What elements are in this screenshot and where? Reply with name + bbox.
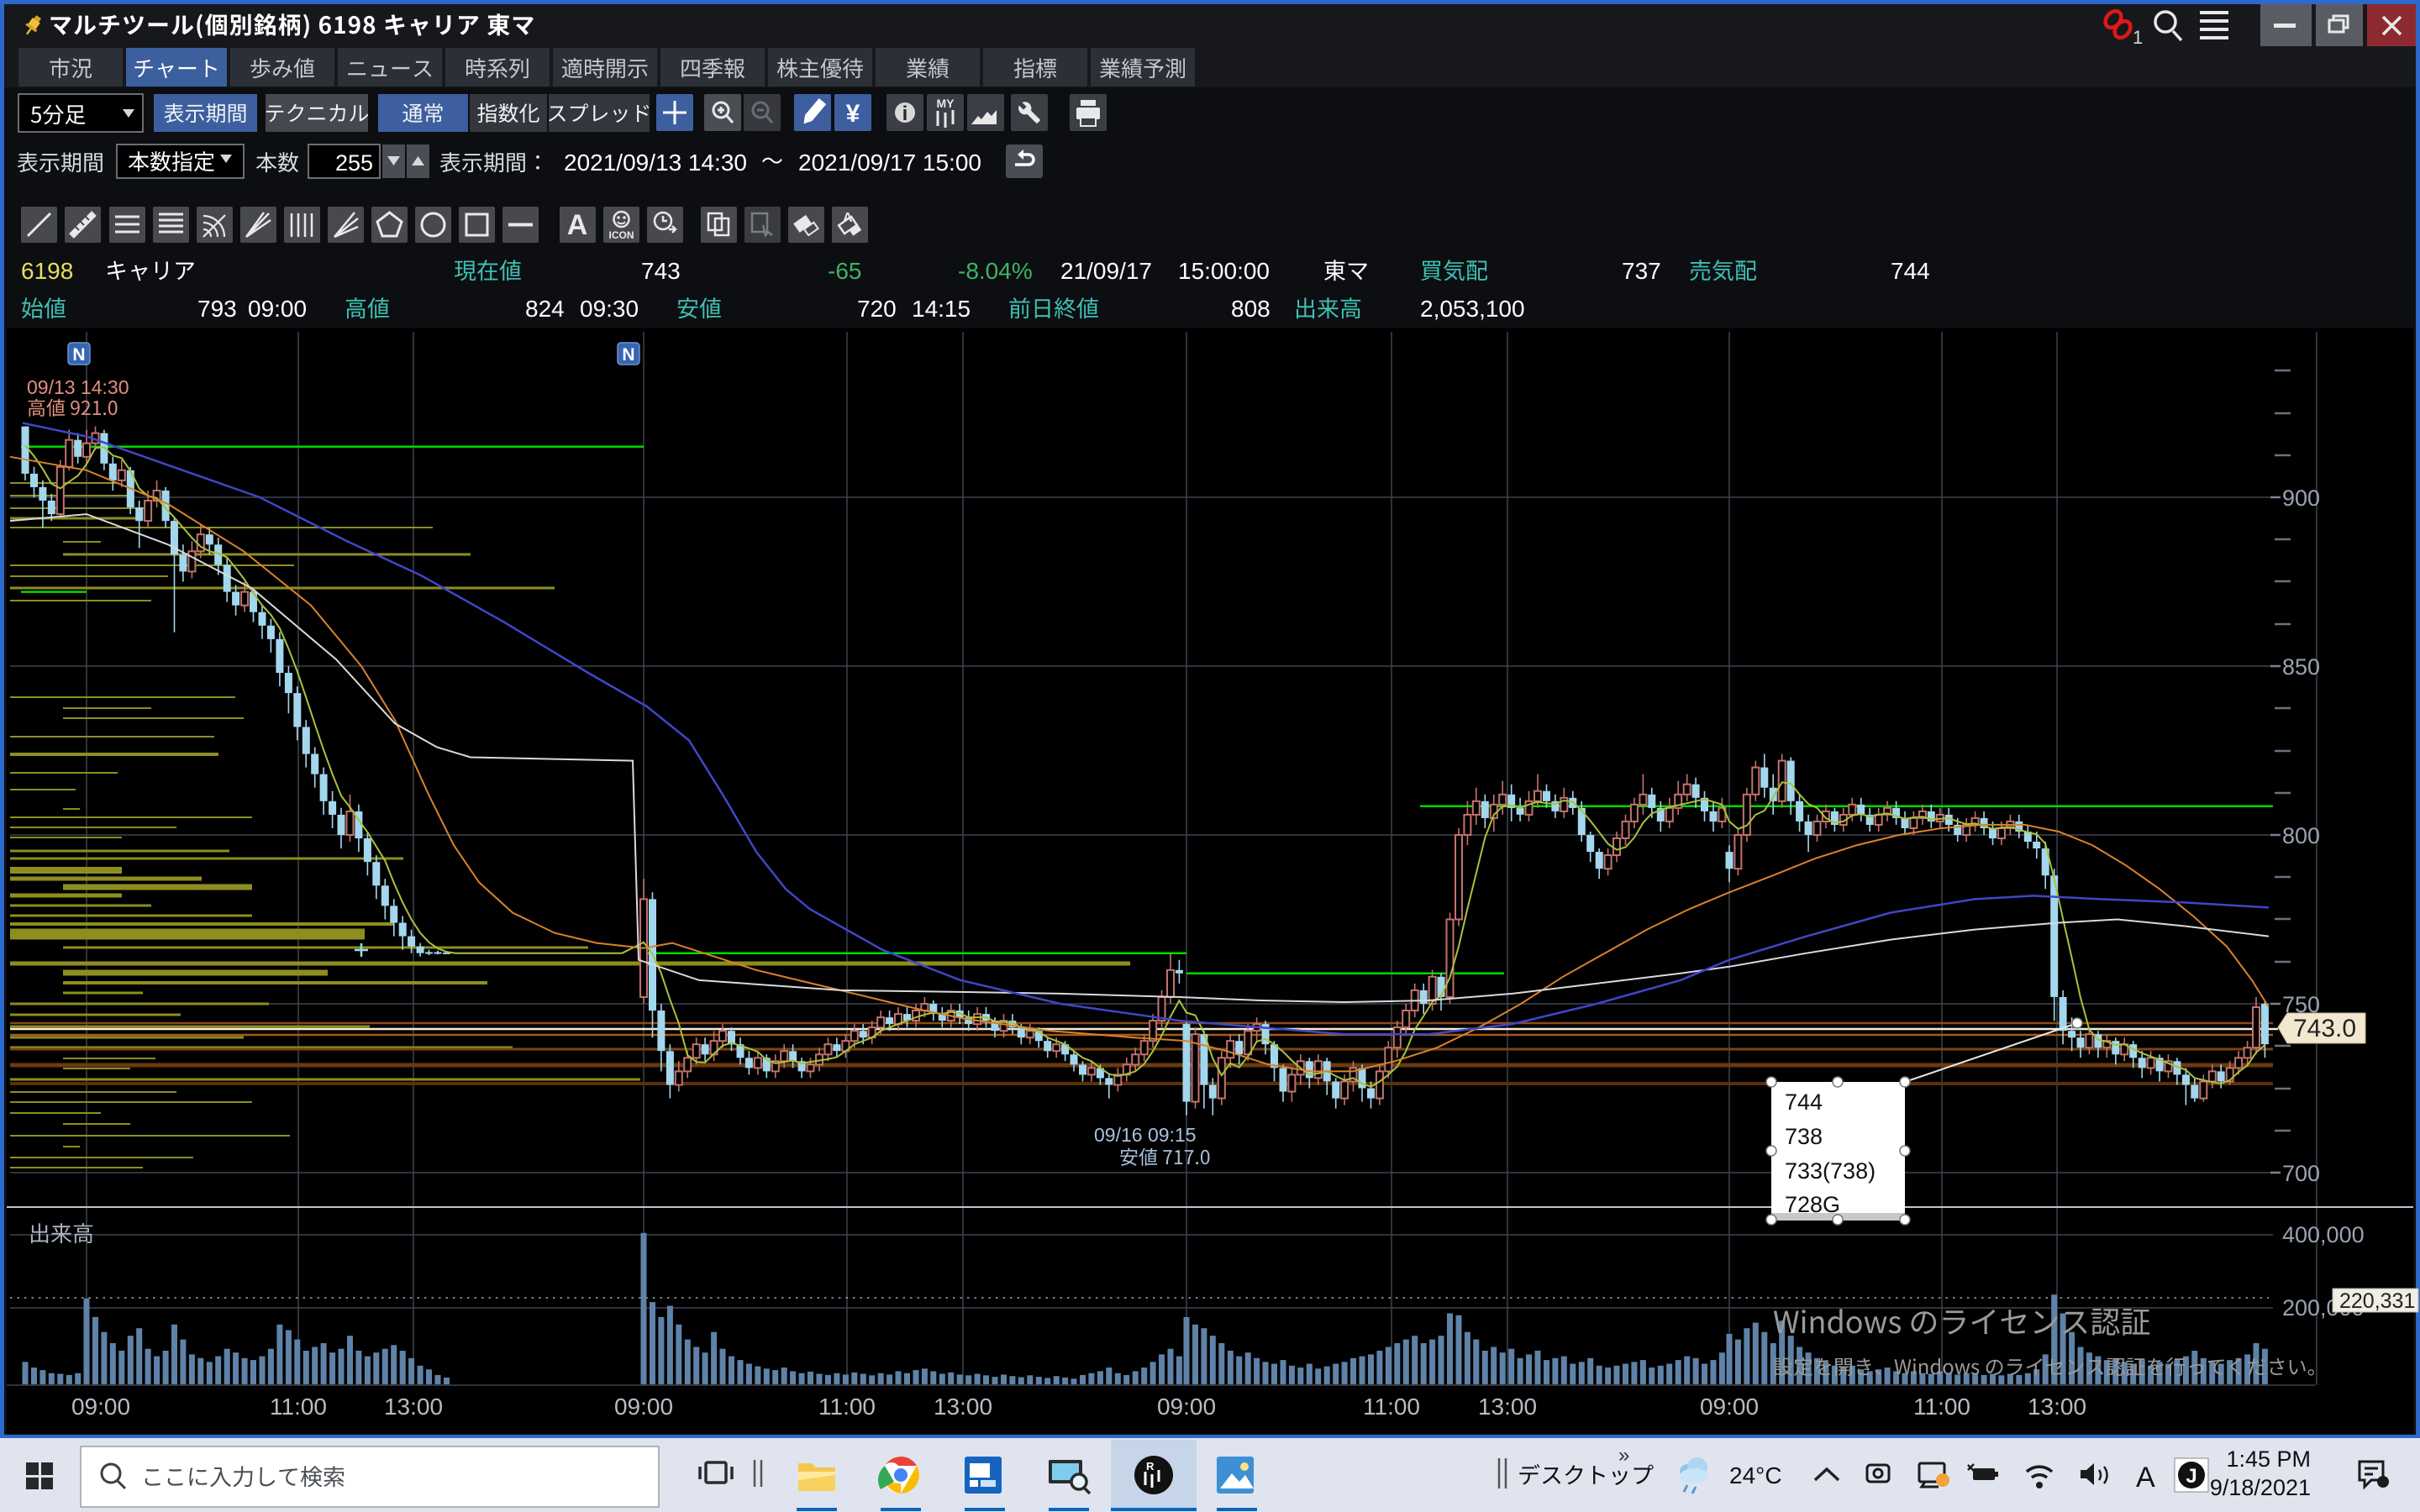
svg-text:255: 255 [335,150,373,176]
svg-text:220,331: 220,331 [2339,1289,2415,1313]
svg-text:13:00: 13:00 [934,1394,992,1420]
svg-text:-8.04%: -8.04% [958,258,1033,284]
svg-text:15:00:00: 15:00:00 [1178,258,1270,284]
svg-text:09:00: 09:00 [248,296,307,322]
svg-text:737: 737 [1622,258,1661,284]
svg-text:744: 744 [1891,258,1930,284]
svg-text:738: 738 [1785,1124,1823,1149]
svg-text:09/13 14:30: 09/13 14:30 [27,376,129,398]
svg-text:09:00: 09:00 [614,1394,673,1420]
svg-text:824: 824 [525,296,565,322]
svg-text:A: A [567,209,588,241]
svg-text:720: 720 [857,296,897,322]
svg-text:11:00: 11:00 [270,1394,327,1420]
svg-text:13:00: 13:00 [384,1394,443,1420]
svg-text:733(738): 733(738) [1785,1158,1876,1184]
svg-text:700: 700 [2282,1161,2320,1186]
svg-text:728G: 728G [1785,1192,1840,1217]
svg-text:743: 743 [641,258,681,284]
svg-text:09:00: 09:00 [1700,1394,1759,1420]
svg-text:N: N [72,345,85,365]
svg-text:793: 793 [197,296,237,322]
svg-text:2021/09/17 15:00: 2021/09/17 15:00 [798,150,981,176]
svg-text:13:00: 13:00 [2028,1394,2086,1420]
svg-text:24°C: 24°C [1729,1462,1782,1488]
svg-text:743.0: 743.0 [2293,1015,2356,1042]
svg-text:¥: ¥ [846,100,860,128]
svg-text:»: » [1618,1444,1629,1467]
svg-text:2,053,100: 2,053,100 [1420,296,1525,322]
svg-text:2021/09/13 14:30: 2021/09/13 14:30 [564,150,747,176]
svg-text:808: 808 [1231,296,1270,322]
svg-text:1: 1 [2133,27,2143,48]
svg-text:744: 744 [1785,1089,1823,1115]
svg-text:900: 900 [2282,486,2320,511]
svg-text:21/09/17: 21/09/17 [1060,258,1152,284]
svg-text:11:00: 11:00 [818,1394,876,1420]
svg-text:ICON: ICON [609,229,634,241]
svg-text:-65: -65 [828,258,861,284]
svg-text:9/18/2021: 9/18/2021 [2210,1475,2311,1500]
svg-text:R: R [1146,1460,1155,1473]
svg-text:N: N [622,345,634,365]
svg-text:11:00: 11:00 [1363,1394,1420,1420]
svg-text:J: J [2186,1465,2196,1488]
svg-text:MY: MY [937,97,955,110]
svg-text:09/16 09:15: 09/16 09:15 [1094,1124,1197,1146]
svg-text:13:00: 13:00 [1478,1394,1537,1420]
svg-text:14:15: 14:15 [912,296,971,322]
svg-text:09:00: 09:00 [1157,1394,1216,1420]
svg-text:850: 850 [2282,654,2320,680]
svg-text:1:45 PM: 1:45 PM [2226,1446,2311,1472]
svg-text:i: i [902,102,908,125]
svg-text:800: 800 [2282,823,2320,848]
svg-text:400,000: 400,000 [2282,1222,2365,1247]
svg-text:09:30: 09:30 [580,296,639,322]
svg-text:A: A [2136,1462,2155,1494]
svg-text:09:00: 09:00 [71,1394,130,1420]
svg-text:11:00: 11:00 [1913,1394,1970,1420]
svg-text:6198: 6198 [21,258,73,284]
